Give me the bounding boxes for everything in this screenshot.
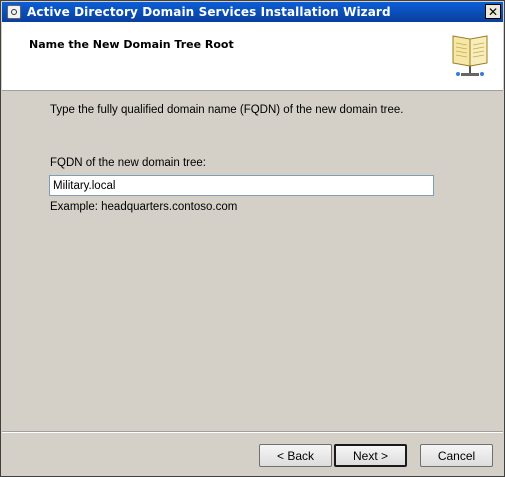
next-button[interactable]: Next > <box>334 444 407 467</box>
window-title: Active Directory Domain Services Install… <box>27 5 391 19</box>
close-icon: ✕ <box>487 4 499 19</box>
wizard-content: Type the fully qualified domain name (FQ… <box>2 91 503 431</box>
cancel-button[interactable]: Cancel <box>420 444 493 467</box>
instruction-text: Type the fully qualified domain name (FQ… <box>50 104 404 116</box>
wizard-header: Name the New Domain Tree Root <box>2 22 503 91</box>
example-text: Example: headquarters.contoso.com <box>50 201 238 213</box>
back-button[interactable]: < Back <box>259 444 332 467</box>
title-bar[interactable]: Active Directory Domain Services Install… <box>2 2 503 22</box>
wizard-window: Active Directory Domain Services Install… <box>0 0 505 477</box>
book-icon <box>452 35 488 76</box>
page-title: Name the New Domain Tree Root <box>29 38 234 51</box>
wizard-footer: < Back Next > Cancel <box>2 431 503 475</box>
fqdn-label: FQDN of the new domain tree: <box>50 157 206 169</box>
close-button[interactable]: ✕ <box>485 4 501 19</box>
fqdn-input[interactable] <box>49 175 434 196</box>
app-icon[interactable] <box>7 5 21 19</box>
